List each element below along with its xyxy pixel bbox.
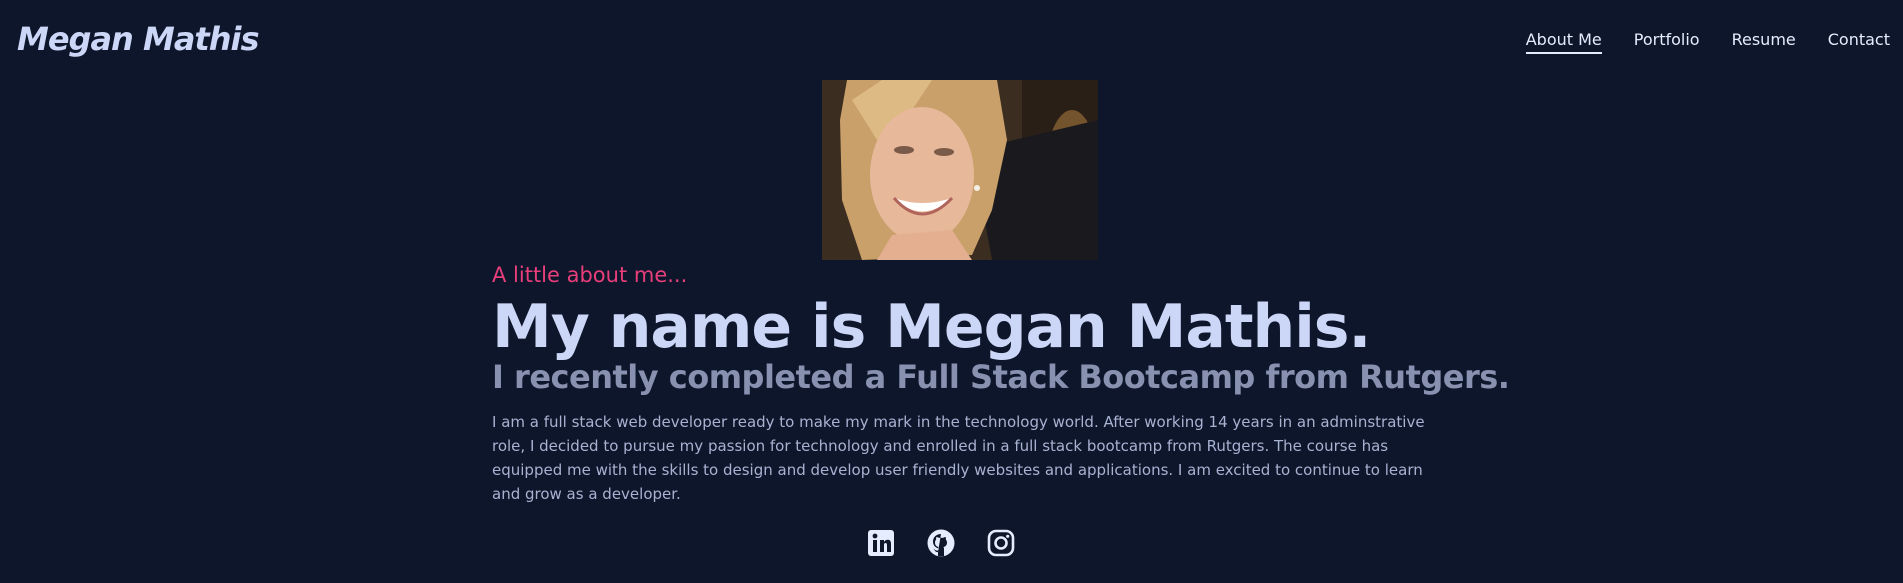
github-icon[interactable] [926, 528, 956, 558]
social-links [866, 528, 1016, 558]
site-header: Megan Mathis About Me Portfolio Resume C… [0, 0, 1903, 80]
about-intro: A little about me... [492, 263, 688, 287]
instagram-icon[interactable] [986, 528, 1016, 558]
nav-contact[interactable]: Contact [1828, 30, 1890, 54]
about-section: A little about me... My name is Megan Ma… [492, 258, 1510, 506]
nav-about-me[interactable]: About Me [1525, 30, 1602, 54]
site-logo[interactable]: Megan Mathis [17, 20, 259, 58]
nav-portfolio[interactable]: Portfolio [1634, 30, 1700, 54]
linkedin-icon[interactable] [866, 528, 896, 558]
nav-resume[interactable]: Resume [1732, 30, 1796, 54]
about-tagline: I recently completed a Full Stack Bootca… [492, 358, 1510, 396]
about-bio: I am a full stack web developer ready to… [492, 413, 1425, 503]
profile-photo [822, 80, 1098, 260]
main-nav: About Me Portfolio Resume Contact [1525, 30, 1890, 54]
about-heading: My name is Megan Mathis. [492, 292, 1371, 362]
